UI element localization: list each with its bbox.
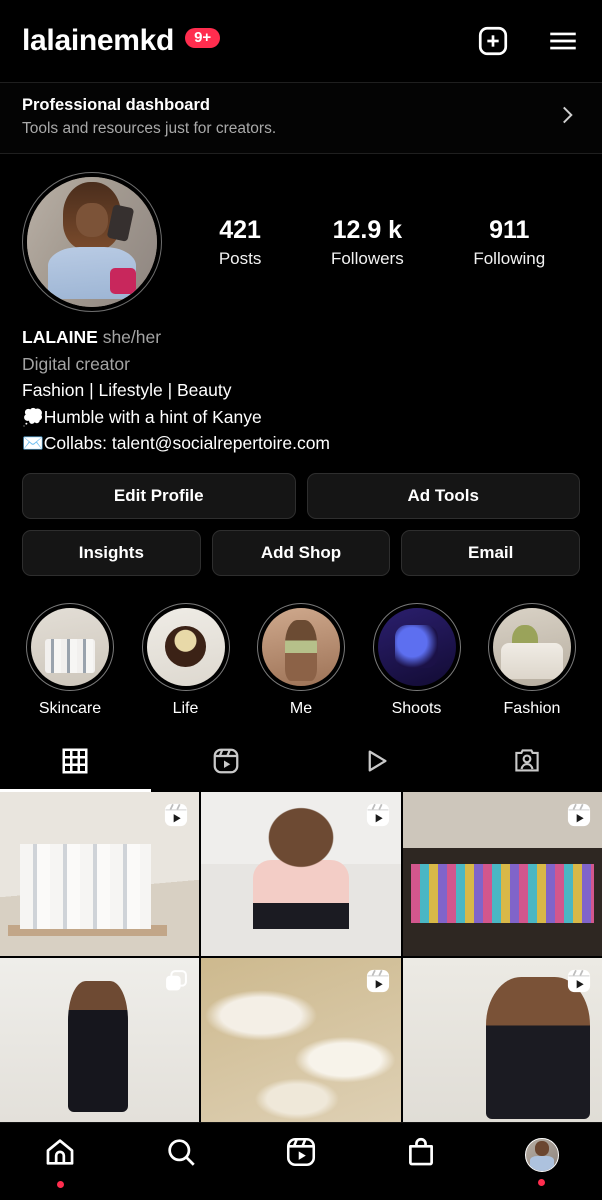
highlight-cover: [493, 607, 571, 686]
chevron-right-icon[interactable]: [554, 102, 580, 133]
bio-line-1: Fashion | Lifestyle | Beauty: [22, 380, 232, 400]
followers-label: Followers: [330, 248, 404, 268]
bottom-navigation: [0, 1122, 602, 1200]
action-button-row-1: Edit Profile Ad Tools: [22, 472, 580, 519]
stat-following[interactable]: 911 Following: [473, 215, 545, 268]
highlight-label: Life: [172, 699, 199, 717]
following-label: Following: [473, 248, 546, 268]
post-thumbnail[interactable]: [0, 791, 200, 956]
highlight-label: Me: [289, 699, 313, 717]
avatar-image: [27, 177, 157, 307]
reels-icon: [162, 801, 190, 834]
stat-posts[interactable]: 421 Posts: [219, 215, 262, 268]
profile-notification-dot: [538, 1178, 546, 1186]
reels-icon: [565, 967, 593, 1000]
highlight-cover: [31, 607, 109, 686]
bio-display-name: LALAINE: [22, 327, 98, 347]
highlight-me[interactable]: Me: [253, 602, 349, 718]
header-actions: [476, 24, 580, 58]
post-thumbnail[interactable]: [402, 957, 602, 1122]
tab-video[interactable]: [301, 736, 452, 792]
followers-count: 12.9 k: [332, 216, 403, 245]
reels-icon: [364, 967, 392, 1000]
ad-tools-button[interactable]: Ad Tools: [306, 472, 580, 519]
insights-button[interactable]: Insights: [22, 529, 201, 576]
posts-count: 421: [219, 216, 261, 245]
tagged-person-icon: [512, 746, 542, 781]
plus-square-icon[interactable]: [476, 24, 510, 58]
bio-category: Digital creator: [22, 353, 130, 374]
avatar[interactable]: [22, 172, 162, 312]
highlight-fashion[interactable]: Fashion: [484, 602, 580, 718]
professional-dashboard-subtitle: Tools and resources just for creators.: [22, 120, 277, 137]
highlight-skincare[interactable]: Skincare: [22, 602, 118, 718]
reels-icon: [565, 801, 593, 834]
highlight-cover: [262, 607, 340, 686]
action-button-row-2: Insights Add Shop Email: [22, 529, 581, 576]
highlight-cover: [377, 607, 456, 686]
instagram-profile-screen: lalainemkd 9+ Professional dashboard Too…: [0, 0, 602, 1200]
professional-dashboard-text: Professional dashboard Tools and resourc…: [22, 96, 554, 138]
story-highlights: Skincare Life Me Shoots Fashion: [0, 587, 602, 718]
post-thumbnail[interactable]: [201, 957, 401, 1122]
highlight-ring: [141, 602, 230, 691]
post-thumbnail[interactable]: [402, 791, 602, 956]
profile-avatar-icon: [524, 1137, 559, 1172]
reels-icon: [284, 1135, 318, 1174]
app-header: lalainemkd 9+: [0, 0, 602, 82]
bio-line-3: ✉️Collabs: talent@socialrepertoire.com: [22, 433, 331, 453]
nav-home[interactable]: [43, 1135, 77, 1188]
post-grid: [0, 791, 602, 1122]
professional-dashboard-title: Professional dashboard: [22, 96, 210, 114]
notification-badge[interactable]: 9+: [185, 27, 221, 49]
add-shop-button[interactable]: Add Shop: [211, 529, 391, 576]
home-icon: [43, 1135, 77, 1174]
highlight-label: Fashion: [503, 699, 561, 717]
nav-search[interactable]: [164, 1135, 198, 1188]
highlight-life[interactable]: Life: [138, 602, 234, 718]
post-thumbnail[interactable]: [201, 791, 401, 956]
profile-action-buttons: Edit Profile Ad Tools Insights Add Shop …: [0, 457, 602, 587]
highlight-ring: [26, 602, 114, 691]
nav-shop[interactable]: [404, 1135, 438, 1188]
home-notification-dot: [56, 1181, 64, 1188]
profile-summary: 421 Posts 12.9 k Followers 911 Following: [0, 154, 602, 318]
bio-line-2: 💭Humble with a hint of Kanye: [22, 406, 262, 427]
professional-dashboard-banner[interactable]: Professional dashboard Tools and resourc…: [0, 82, 602, 154]
highlight-label: Skincare: [38, 699, 102, 717]
highlight-ring: [372, 602, 461, 691]
highlight-shoots[interactable]: Shoots: [369, 602, 465, 718]
edit-profile-button[interactable]: Edit Profile: [22, 472, 296, 519]
hamburger-menu-icon[interactable]: [546, 24, 580, 58]
reels-icon: [364, 801, 392, 834]
email-button[interactable]: Email: [401, 529, 581, 576]
following-count: 911: [489, 216, 530, 245]
highlight-cover: [146, 607, 225, 686]
bio-pronouns: she/her: [102, 327, 162, 347]
post-thumbnail[interactable]: [0, 957, 200, 1122]
grid-icon: [60, 746, 90, 781]
posts-label: Posts: [218, 248, 262, 268]
nav-reels[interactable]: [284, 1135, 318, 1188]
nav-profile[interactable]: [524, 1137, 559, 1186]
profile-content-tabs: [0, 736, 602, 792]
reels-icon: [211, 746, 241, 781]
profile-stats: 421 Posts 12.9 k Followers 911 Following: [162, 215, 580, 268]
tab-grid[interactable]: [0, 736, 151, 792]
profile-bio: LALAINE she/her Digital creator Fashion …: [0, 318, 602, 457]
play-triangle-icon: [361, 746, 391, 781]
bio-name-line: LALAINE she/her: [22, 324, 580, 351]
stat-followers[interactable]: 12.9 k Followers: [331, 215, 404, 268]
tab-reels[interactable]: [151, 736, 302, 792]
carousel-icon: [162, 967, 190, 1000]
highlight-ring: [257, 602, 345, 691]
tab-tagged[interactable]: [452, 736, 602, 792]
search-icon: [164, 1135, 198, 1174]
shop-bag-icon: [404, 1135, 438, 1174]
highlight-ring: [488, 602, 576, 691]
highlight-label: Shoots: [391, 699, 442, 717]
profile-username[interactable]: lalainemkd: [22, 24, 174, 58]
